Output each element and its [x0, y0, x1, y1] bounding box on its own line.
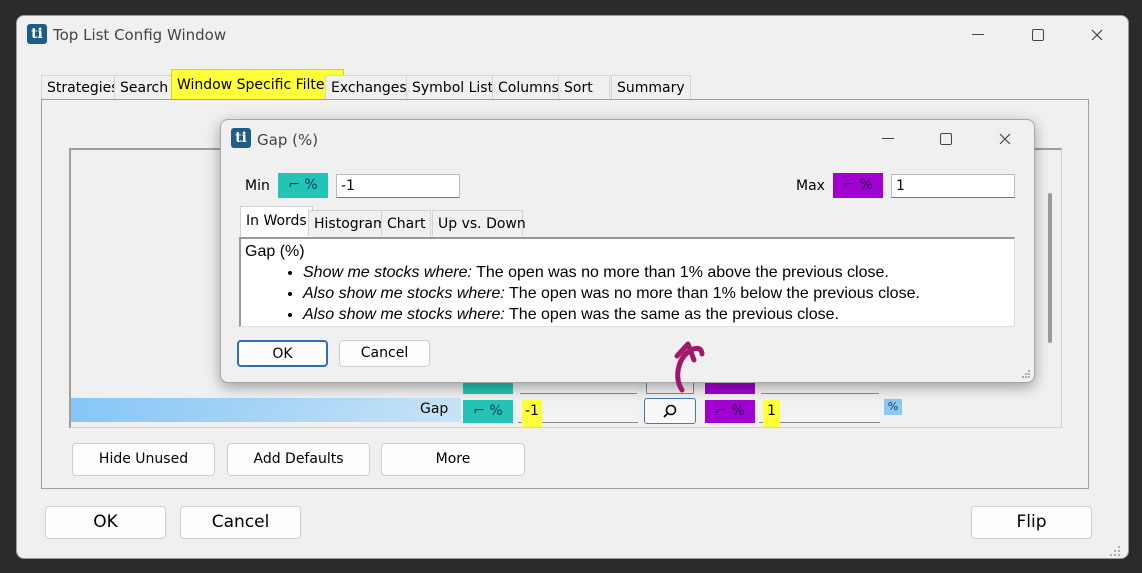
- min-label: Min: [245, 178, 270, 194]
- max-field[interactable]: 1: [759, 400, 880, 427]
- description-text: Gap (%) Show me stocks where: The open w…: [239, 237, 1015, 327]
- annotation-arrow-icon: [674, 341, 705, 393]
- resize-grip-icon[interactable]: [1108, 544, 1122, 558]
- vertical-scrollbar[interactable]: [1048, 193, 1052, 343]
- tab-strategies[interactable]: Strategies: [41, 75, 125, 99]
- description-item: Also show me stocks where: The open was …: [303, 304, 1010, 325]
- dialog-max-input[interactable]: 1: [891, 174, 1015, 198]
- ok-button[interactable]: OK: [45, 506, 166, 539]
- search-button[interactable]: [644, 398, 696, 424]
- min-field[interactable]: -1: [518, 400, 638, 427]
- tab-columns[interactable]: Columns: [492, 75, 565, 99]
- minimize-icon[interactable]: [968, 25, 988, 45]
- close-icon[interactable]: [995, 129, 1015, 149]
- min-field-value: -1: [522, 400, 542, 427]
- tab-summary[interactable]: Summary: [611, 75, 691, 99]
- maximize-icon[interactable]: [1028, 25, 1048, 45]
- filter-row-label: Gap: [420, 401, 449, 417]
- dialog-cancel-button[interactable]: Cancel: [339, 340, 430, 367]
- add-defaults-button[interactable]: Add Defaults: [227, 443, 370, 476]
- app-logo: ti: [27, 24, 47, 44]
- unit-badge: %: [884, 399, 902, 415]
- description-item: Also show me stocks where: The open was …: [303, 283, 1010, 304]
- tab-in-words[interactable]: In Words: [240, 206, 313, 238]
- cancel-button[interactable]: Cancel: [180, 506, 301, 539]
- max-scale-icon[interactable]: ⌐ %: [833, 173, 883, 198]
- min-scale-icon[interactable]: ⌐ %: [463, 400, 513, 423]
- filter-row-gap[interactable]: [71, 398, 461, 422]
- description-item: Show me stocks where: The open was no mo…: [303, 262, 1010, 283]
- max-label: Max: [796, 178, 825, 194]
- maximize-icon[interactable]: [936, 129, 956, 149]
- flip-button[interactable]: Flip: [971, 506, 1092, 539]
- tab-sort[interactable]: Sort: [558, 75, 610, 99]
- hide-unused-button[interactable]: Hide Unused: [72, 443, 215, 476]
- dialog-title: Gap (%): [257, 131, 319, 149]
- tab-exchanges[interactable]: Exchanges: [325, 75, 413, 99]
- resize-grip-icon[interactable]: [1020, 368, 1032, 380]
- search-icon: [663, 404, 677, 418]
- dialog-ok-button[interactable]: OK: [237, 340, 328, 367]
- dialog-logo: ti: [231, 128, 251, 148]
- max-scale-icon[interactable]: ⌐ %: [705, 400, 755, 423]
- dialog-min-input[interactable]: -1: [336, 174, 460, 198]
- tab-window-specific-filters[interactable]: Window Specific Filters: [171, 69, 344, 99]
- close-icon[interactable]: [1087, 25, 1107, 45]
- max-field-value: 1: [763, 400, 780, 427]
- description-heading: Gap (%): [245, 243, 305, 260]
- tab-histogram[interactable]: Histogram: [308, 210, 393, 236]
- window-title: Top List Config Window: [53, 26, 227, 44]
- tab-search[interactable]: Search: [114, 75, 175, 99]
- min-scale-icon[interactable]: ⌐ %: [278, 173, 328, 198]
- minimize-icon[interactable]: [878, 129, 898, 149]
- more-button[interactable]: More: [381, 443, 525, 476]
- tab-chart[interactable]: Chart: [381, 210, 432, 236]
- tab-up-vs-down[interactable]: Up vs. Down: [432, 210, 526, 236]
